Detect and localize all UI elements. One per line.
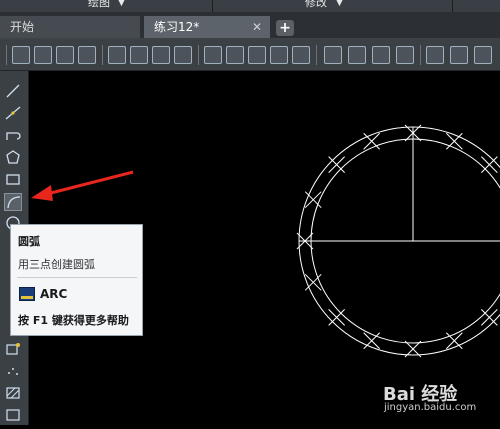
cross-marker [445, 132, 463, 150]
polyline-icon[interactable] [4, 127, 22, 143]
point-icon[interactable] [4, 363, 22, 379]
pointer-arrow [31, 170, 134, 201]
tab-start-label: 开始 [10, 20, 35, 34]
tab-drawing[interactable]: 练习12* ✕ [144, 16, 270, 38]
tooltip-divider [17, 277, 137, 278]
tooltip-title: 圆弧 [18, 235, 40, 248]
dimension-text-edit-icon[interactable] [450, 46, 468, 64]
cross-marker [481, 309, 498, 326]
angular-dimension-icon[interactable] [174, 46, 192, 64]
line-icon[interactable] [4, 83, 22, 99]
tolerance-icon[interactable] [324, 46, 342, 64]
rectangle-icon[interactable] [4, 171, 22, 187]
object-snap-toolbar [0, 40, 500, 71]
draw-panel-dropdown-icon[interactable]: ▼ [118, 0, 125, 8]
diameter-dimension-icon[interactable] [152, 46, 170, 64]
cross-marker [328, 309, 345, 326]
hatch-icon[interactable] [4, 385, 22, 401]
inspection-icon[interactable] [372, 46, 390, 64]
tab-drawing-label: 练习12* [154, 20, 200, 34]
arc-length-icon[interactable] [56, 46, 74, 64]
cross-marker [445, 332, 463, 350]
jogged-linear-icon[interactable] [396, 46, 414, 64]
continue-dimension-icon[interactable] [248, 46, 266, 64]
dimension-edit-icon[interactable] [426, 46, 444, 64]
close-icon[interactable]: ✕ [252, 16, 262, 38]
cross-marker [363, 332, 381, 350]
jogged-dimension-icon[interactable] [130, 46, 148, 64]
tooltip-help: 按 F1 键获得更多帮助 [18, 314, 129, 327]
ribbon-panel-titles: 绘图 ▼ 修改 ▼ [0, 0, 500, 12]
baseline-dimension-icon[interactable] [226, 46, 244, 64]
insert-block-icon[interactable] [4, 341, 22, 357]
tooltip-description: 用三点创建圆弧 [18, 258, 95, 271]
construction-line-icon[interactable] [4, 105, 22, 121]
watermark-url: jingyan.baidu.com [384, 402, 477, 413]
center-mark-icon[interactable] [348, 46, 366, 64]
cross-marker [481, 156, 498, 173]
aligned-dimension-icon[interactable] [34, 46, 52, 64]
tab-start[interactable]: 开始 [0, 16, 140, 38]
cross-marker [328, 156, 345, 173]
modify-panel-title[interactable]: 修改 [305, 0, 327, 8]
cross-marker [304, 273, 322, 291]
cross-marker [363, 132, 381, 150]
tooltip-command: ARC [40, 287, 68, 301]
dimension-break-icon[interactable] [292, 46, 310, 64]
draw-panel-title[interactable]: 绘图 [88, 0, 110, 8]
polygon-icon[interactable] [4, 149, 22, 165]
radius-dimension-icon[interactable] [108, 46, 126, 64]
new-tab-button[interactable]: + [276, 20, 294, 36]
ordinate-dimension-icon[interactable] [78, 46, 96, 64]
cross-marker [304, 191, 322, 209]
document-tabs: 开始 练习12* ✕ + [0, 12, 500, 40]
linear-dimension-icon[interactable] [12, 46, 30, 64]
arc-tooltip: 圆弧 用三点创建圆弧 ARC 按 F1 键获得更多帮助 [10, 224, 143, 336]
gradient-icon[interactable] [4, 407, 22, 423]
quick-dimension-icon[interactable] [204, 46, 222, 64]
arc-icon[interactable] [4, 193, 22, 211]
dimension-update-icon[interactable] [474, 46, 492, 64]
modify-panel-dropdown-icon[interactable]: ▼ [336, 0, 343, 8]
command-line-icon [19, 287, 35, 301]
dimension-space-icon[interactable] [270, 46, 288, 64]
